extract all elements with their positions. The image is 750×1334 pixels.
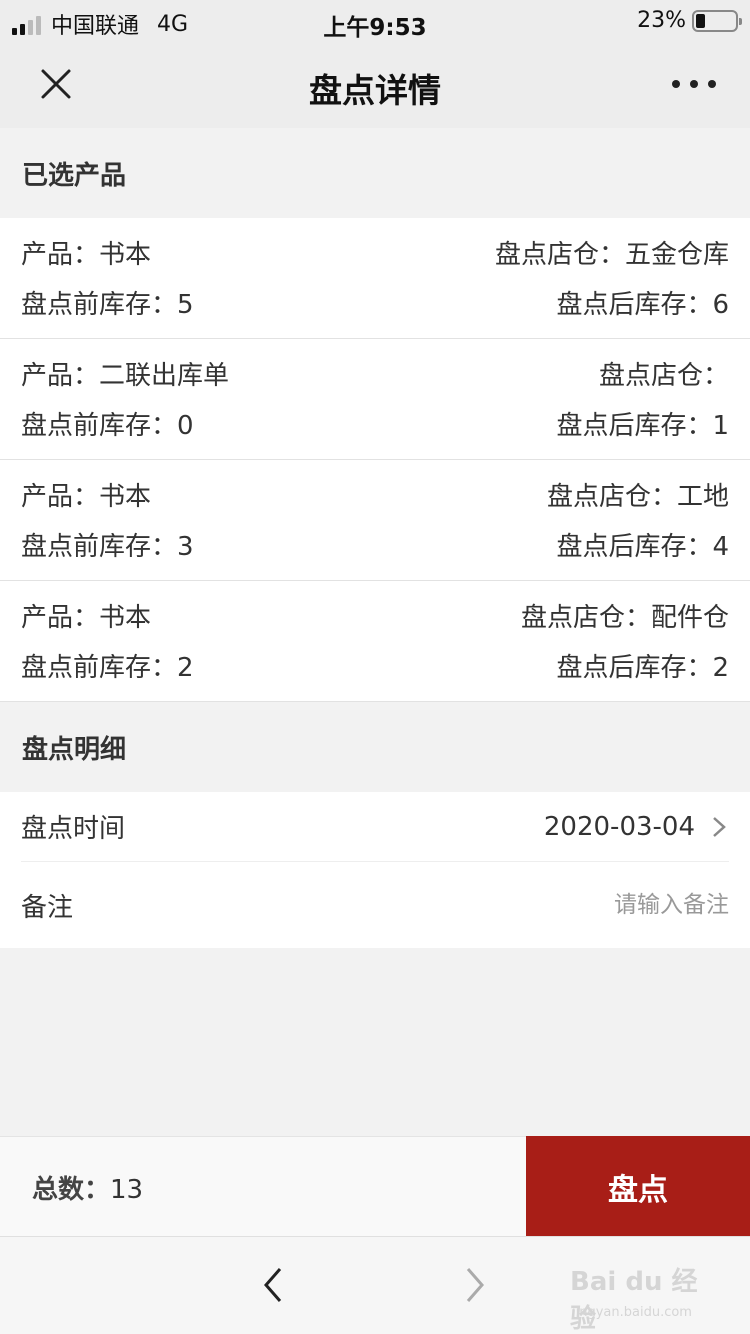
stock-before: 盘点前库存：2 <box>21 653 194 683</box>
total-value: 13 <box>110 1175 144 1205</box>
stock-before: 盘点前库存：0 <box>21 411 194 441</box>
note-label: 备注 <box>21 892 74 923</box>
warehouse: 盘点店仓： <box>598 361 729 391</box>
warehouse: 盘点店仓：五金仓库 <box>494 240 729 270</box>
stock-before: 盘点前库存：5 <box>21 290 194 320</box>
detail-list: 盘点时间 2020-03-04 备注 <box>0 792 750 948</box>
watermark-sub: jingyan.baidu.com <box>572 1305 692 1320</box>
product-item: 产品：书本 盘点店仓：配件仓 盘点前库存：2 盘点后库存：2 <box>0 581 750 702</box>
watermark-main: Bai du 经验 <box>570 1267 698 1334</box>
product-row-bottom: 盘点前库存：3 盘点后库存：4 <box>21 526 729 563</box>
battery-percent: 23% <box>637 8 686 33</box>
count-time-row[interactable]: 盘点时间 2020-03-04 <box>21 792 729 862</box>
product-name: 产品：二联出库单 <box>21 361 230 391</box>
battery-icon <box>692 9 742 32</box>
stock-after: 盘点后库存：6 <box>556 290 729 320</box>
status-right: 23% <box>637 8 742 33</box>
product-item: 产品：二联出库单 盘点店仓： 盘点前库存：0 盘点后库存：1 <box>0 339 750 460</box>
product-row-top: 产品：二联出库单 盘点店仓： <box>21 355 729 392</box>
stock-after: 盘点后库存：1 <box>556 411 729 441</box>
product-row-bottom: 盘点前库存：2 盘点后库存：2 <box>21 647 729 684</box>
product-item: 产品：书本 盘点店仓：工地 盘点前库存：3 盘点后库存：4 <box>0 460 750 581</box>
total-count: 总数：13 <box>32 1169 143 1206</box>
total-label: 总数： <box>32 1175 111 1205</box>
count-time-label: 盘点时间 <box>21 814 126 844</box>
page-title: 盘点详情 <box>309 71 441 110</box>
product-row-top: 产品：书本 盘点店仓：五金仓库 <box>21 234 729 271</box>
product-name: 产品：书本 <box>21 240 152 270</box>
more-icon[interactable] <box>672 72 716 96</box>
product-name: 产品：书本 <box>21 603 152 633</box>
product-list: 产品：书本 盘点店仓：五金仓库 盘点前库存：5 盘点后库存：6 产品：二联出库单… <box>0 218 750 702</box>
warehouse: 盘点店仓：工地 <box>546 482 729 512</box>
nav-bar: 盘点详情 <box>0 42 750 128</box>
product-item: 产品：书本 盘点店仓：五金仓库 盘点前库存：5 盘点后库存：6 <box>0 218 750 339</box>
status-bar: 中国联通 4G 上午9:53 23% <box>0 0 750 42</box>
note-input[interactable] <box>429 892 729 918</box>
baidu-watermark: Bai du 经验 jingyan.baidu.com <box>570 1247 710 1334</box>
stock-after: 盘点后库存：4 <box>556 532 729 562</box>
product-row-bottom: 盘点前库存：0 盘点后库存：1 <box>21 405 729 442</box>
chevron-left-icon[interactable] <box>258 1265 288 1305</box>
product-row-top: 产品：书本 盘点店仓：配件仓 <box>21 597 729 634</box>
count-submit-button[interactable]: 盘点 <box>526 1136 750 1237</box>
bottom-bar: 总数：13 盘点 <box>0 1136 750 1237</box>
count-time-value-wrap[interactable]: 2020-03-04 <box>544 812 729 842</box>
chevron-right-icon <box>713 816 726 837</box>
details-header: 盘点明细 <box>22 734 127 765</box>
note-row: 备注 <box>21 862 729 948</box>
selected-products-header: 已选产品 <box>22 160 127 191</box>
count-time-value: 2020-03-04 <box>543 811 695 842</box>
browser-toolbar: Bai du 经验 jingyan.baidu.com <box>0 1236 750 1334</box>
stock-after: 盘点后库存：2 <box>556 653 729 683</box>
chevron-right-icon[interactable] <box>460 1265 490 1305</box>
product-row-top: 产品：书本 盘点店仓：工地 <box>21 476 729 513</box>
battery-fill <box>696 13 705 28</box>
product-row-bottom: 盘点前库存：5 盘点后库存：6 <box>21 284 729 321</box>
stock-before: 盘点前库存：3 <box>21 532 194 562</box>
product-name: 产品：书本 <box>21 482 152 512</box>
warehouse: 盘点店仓：配件仓 <box>520 603 729 633</box>
